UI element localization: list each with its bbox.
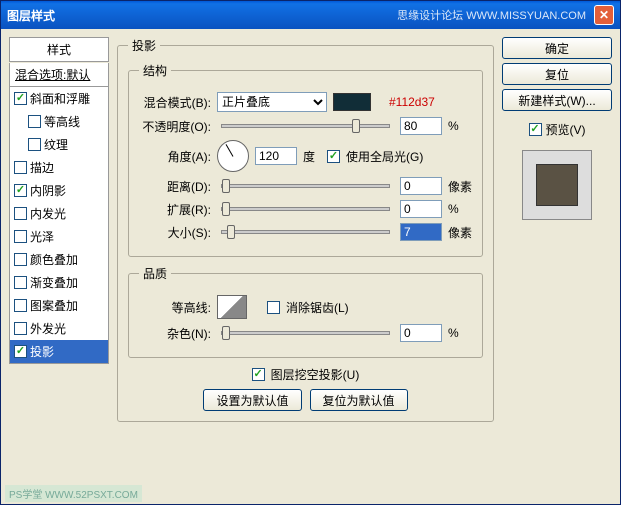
opacity-input[interactable]: [400, 117, 442, 135]
style-item-label: 描边: [30, 159, 54, 176]
style-checkbox[interactable]: [14, 161, 27, 174]
noise-slider[interactable]: [221, 331, 390, 335]
style-checkbox[interactable]: [14, 345, 27, 358]
style-item-label: 投影: [30, 343, 54, 360]
style-item-label: 渐变叠加: [30, 274, 78, 291]
style-item-8[interactable]: 渐变叠加: [10, 271, 108, 294]
style-item-6[interactable]: 光泽: [10, 225, 108, 248]
distance-slider[interactable]: [221, 184, 390, 188]
color-hex-label: #112d37: [389, 95, 435, 109]
style-item-1[interactable]: 等高线: [10, 110, 108, 133]
distance-unit: 像素: [448, 178, 472, 195]
angle-dial[interactable]: [217, 140, 249, 172]
distance-label: 距离(D):: [139, 178, 211, 195]
quality-legend: 品质: [139, 265, 171, 282]
titlebar: 图层样式 思缘设计论坛 WWW.MISSYUAN.COM ✕: [1, 1, 620, 29]
quality-group: 品质 等高线: 消除锯齿(L) 杂色(N): %: [128, 265, 483, 358]
style-checkbox[interactable]: [28, 115, 41, 128]
styles-panel: 样式 混合选项:默认 斜面和浮雕等高线纹理描边内阴影内发光光泽颜色叠加渐变叠加图…: [9, 37, 109, 496]
style-checkbox[interactable]: [14, 207, 27, 220]
size-input[interactable]: [400, 223, 442, 241]
style-item-label: 内阴影: [30, 182, 66, 199]
blend-mode-label: 混合模式(B):: [139, 94, 211, 111]
knockout-label: 图层挖空投影(U): [271, 366, 360, 383]
style-item-4[interactable]: 内阴影: [10, 179, 108, 202]
style-item-label: 斜面和浮雕: [30, 90, 90, 107]
style-item-label: 图案叠加: [30, 297, 78, 314]
style-checkbox[interactable]: [14, 276, 27, 289]
opacity-slider[interactable]: [221, 124, 390, 128]
blend-mode-select[interactable]: 正片叠底: [217, 92, 327, 112]
spread-input[interactable]: [400, 200, 442, 218]
style-item-7[interactable]: 颜色叠加: [10, 248, 108, 271]
structure-group: 结构 混合模式(B): 正片叠底 #112d37 不透明度(O): %: [128, 62, 483, 257]
noise-unit: %: [448, 326, 472, 340]
angle-unit: 度: [303, 148, 315, 165]
distance-input[interactable]: [400, 177, 442, 195]
style-item-10[interactable]: 外发光: [10, 317, 108, 340]
style-item-label: 光泽: [30, 228, 54, 245]
layer-style-dialog: 图层样式 思缘设计论坛 WWW.MISSYUAN.COM ✕ 样式 混合选项:默…: [0, 0, 621, 505]
reset-default-button[interactable]: 复位为默认值: [310, 389, 408, 411]
style-item-5[interactable]: 内发光: [10, 202, 108, 225]
effect-title: 投影: [128, 37, 160, 54]
style-item-label: 等高线: [44, 113, 80, 130]
contour-label: 等高线:: [139, 299, 211, 316]
style-item-label: 内发光: [30, 205, 66, 222]
set-default-button[interactable]: 设置为默认值: [203, 389, 301, 411]
antialias-label: 消除锯齿(L): [286, 299, 349, 316]
angle-input[interactable]: [255, 147, 297, 165]
style-item-label: 纹理: [44, 136, 68, 153]
preview-checkbox[interactable]: [529, 123, 542, 136]
cancel-button[interactable]: 复位: [502, 63, 612, 85]
new-style-button[interactable]: 新建样式(W)...: [502, 89, 612, 111]
style-checkbox[interactable]: [14, 92, 27, 105]
size-label: 大小(S):: [139, 224, 211, 241]
main-panel: 投影 结构 混合模式(B): 正片叠底 #112d37 不透明度(O):: [117, 37, 494, 496]
global-light-checkbox[interactable]: [327, 150, 340, 163]
opacity-unit: %: [448, 119, 472, 133]
style-checkbox[interactable]: [14, 253, 27, 266]
style-checkbox[interactable]: [14, 322, 27, 335]
close-button[interactable]: ✕: [594, 5, 614, 25]
blending-options-link[interactable]: 混合选项:默认: [9, 63, 109, 87]
style-checkbox[interactable]: [14, 299, 27, 312]
angle-label: 角度(A):: [139, 148, 211, 165]
opacity-label: 不透明度(O):: [139, 118, 211, 135]
style-checkbox[interactable]: [14, 184, 27, 197]
antialias-checkbox[interactable]: [267, 301, 280, 314]
style-item-0[interactable]: 斜面和浮雕: [10, 87, 108, 110]
style-checkbox[interactable]: [28, 138, 41, 151]
noise-label: 杂色(N):: [139, 325, 211, 342]
effect-group: 投影 结构 混合模式(B): 正片叠底 #112d37 不透明度(O):: [117, 37, 494, 422]
styles-header: 样式: [9, 37, 109, 62]
style-checkbox[interactable]: [14, 230, 27, 243]
noise-input[interactable]: [400, 324, 442, 342]
size-unit: 像素: [448, 224, 472, 241]
knockout-checkbox[interactable]: [252, 368, 265, 381]
spread-unit: %: [448, 202, 472, 216]
style-item-label: 颜色叠加: [30, 251, 78, 268]
preview-thumbnail: [522, 150, 592, 220]
watermark-text: 思缘设计论坛 WWW.MISSYUAN.COM: [397, 7, 586, 23]
preview-label: 预览(V): [546, 121, 586, 138]
style-list: 斜面和浮雕等高线纹理描边内阴影内发光光泽颜色叠加渐变叠加图案叠加外发光投影: [9, 87, 109, 364]
preview-inner: [536, 164, 578, 206]
footer-watermark: PS学堂 WWW.52PSXT.COM: [5, 485, 142, 502]
style-item-9[interactable]: 图案叠加: [10, 294, 108, 317]
style-item-11[interactable]: 投影: [10, 340, 108, 363]
size-slider[interactable]: [221, 230, 390, 234]
style-item-2[interactable]: 纹理: [10, 133, 108, 156]
contour-picker[interactable]: [217, 295, 247, 319]
ok-button[interactable]: 确定: [502, 37, 612, 59]
structure-legend: 结构: [139, 62, 171, 79]
spread-slider[interactable]: [221, 207, 390, 211]
spread-label: 扩展(R):: [139, 201, 211, 218]
right-panel: 确定 复位 新建样式(W)... 预览(V): [502, 37, 612, 496]
shadow-color-swatch[interactable]: [333, 93, 371, 111]
global-light-label: 使用全局光(G): [346, 148, 423, 165]
window-title: 图层样式: [7, 7, 55, 24]
style-item-label: 外发光: [30, 320, 66, 337]
style-item-3[interactable]: 描边: [10, 156, 108, 179]
